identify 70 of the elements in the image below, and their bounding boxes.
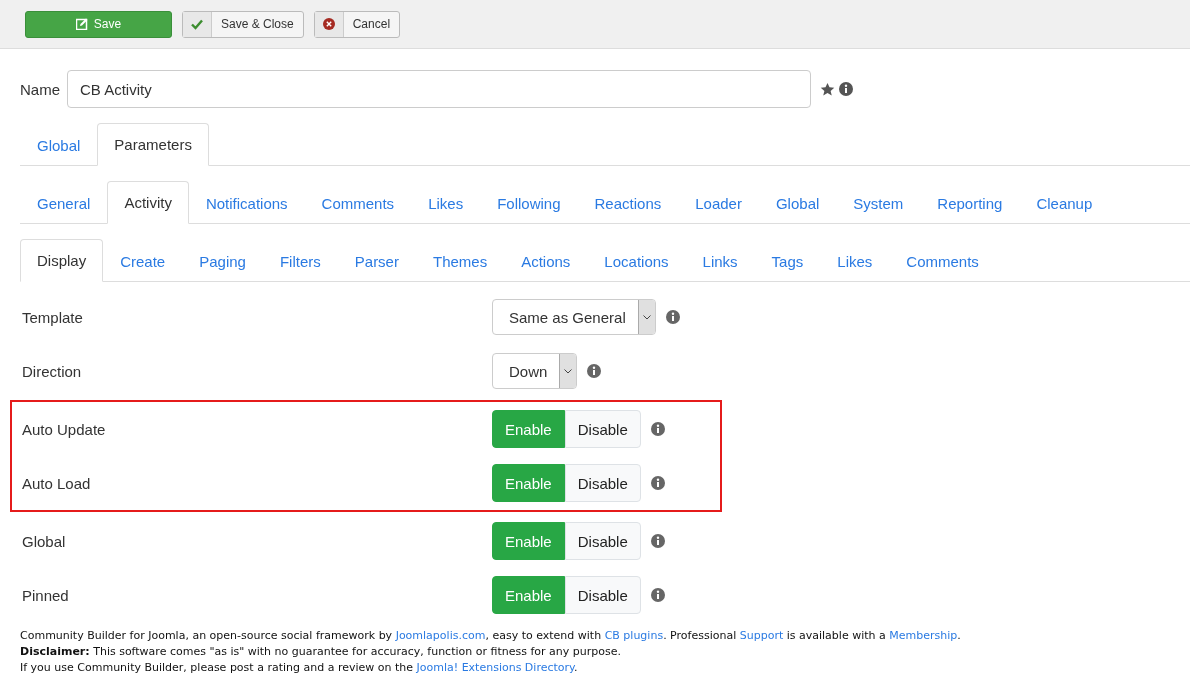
tab[interactable]: System	[836, 182, 921, 224]
caret-icon	[642, 314, 651, 320]
tab[interactable]: Comments	[889, 240, 996, 282]
name-input-field[interactable]: CB Activity	[67, 70, 811, 108]
field-label: Auto Load	[22, 474, 92, 492]
tab[interactable]: Parameters	[97, 123, 209, 166]
tab[interactable]: Locations	[587, 240, 686, 282]
save-button[interactable]: Save	[25, 10, 172, 38]
tab[interactable]: Reactions	[577, 182, 679, 224]
tab[interactable]: Parser	[337, 240, 416, 282]
tab[interactable]: Filters	[262, 240, 338, 282]
link[interactable]: Joomla! Extensions Directory	[416, 661, 574, 674]
toggle-option[interactable]: Disable	[564, 464, 641, 502]
info-icon[interactable]	[650, 534, 665, 548]
field-label: Pinned	[22, 586, 70, 604]
info-icon[interactable]	[650, 476, 665, 490]
tab[interactable]: Loader	[678, 182, 759, 224]
tab[interactable]: Comments	[304, 182, 412, 224]
tab[interactable]: Global	[758, 182, 837, 224]
tab[interactable]: Likes	[820, 240, 890, 282]
toggle-option[interactable]: Enable	[492, 464, 565, 502]
dropdown[interactable]: Down	[492, 353, 578, 389]
toggle-option[interactable]: Enable	[492, 522, 565, 560]
star-icon[interactable]	[820, 81, 835, 97]
tab[interactable]: Display	[20, 239, 104, 282]
dropdown[interactable]: Same as General	[492, 299, 656, 335]
edit-icon	[75, 18, 88, 30]
tab[interactable]: Likes	[411, 182, 481, 224]
tab[interactable]: General	[20, 182, 108, 224]
info-icon[interactable]	[650, 422, 665, 436]
toggle-option[interactable]: Enable	[492, 410, 565, 448]
tab[interactable]: Links	[685, 240, 755, 282]
footer-text: If you use Community Builder, please post a rating and a review on the	[20, 661, 414, 674]
save-close-button[interactable]: Save & Close	[182, 10, 304, 38]
toggle-option[interactable]: Disable	[564, 410, 641, 448]
info-icon[interactable]	[650, 588, 665, 602]
checkmark-icon	[191, 18, 203, 30]
tab[interactable]: Themes	[415, 240, 505, 282]
field-label: Auto Update	[22, 420, 107, 438]
toggle-option[interactable]: Disable	[564, 576, 641, 614]
tab[interactable]: Create	[103, 240, 183, 282]
caret-icon	[564, 368, 573, 374]
info-icon[interactable]	[665, 310, 680, 324]
tab[interactable]: Global	[20, 124, 98, 166]
footer-text: Community Builder for Joomla, an open-source social framework by	[20, 629, 394, 642]
close-icon	[322, 18, 335, 30]
tab[interactable]: Paging	[182, 240, 263, 282]
footer-text: is available with a	[785, 629, 887, 642]
tab[interactable]: Tags	[754, 240, 821, 282]
info-icon[interactable]	[587, 364, 602, 378]
footer-text: .	[957, 629, 961, 642]
cancel-button[interactable]: Cancel	[313, 10, 401, 38]
tab[interactable]: Notifications	[188, 182, 305, 224]
tab[interactable]: Cleanup	[1019, 182, 1110, 224]
tab[interactable]: Reporting	[920, 182, 1020, 224]
tab[interactable]: Activity	[107, 181, 189, 224]
field-label: Template	[22, 308, 84, 326]
footer-text: . Professional	[663, 629, 738, 642]
field-label: Direction	[22, 362, 83, 380]
name-label: Name	[20, 80, 61, 98]
footer-text: , easy to extend with	[485, 629, 603, 642]
footer-text: Disclaimer: This software comes "as is" with no guarantee for accuracy, function or fitness for any purpose.	[20, 645, 621, 658]
tab[interactable]: Actions	[504, 240, 588, 282]
info-icon[interactable]	[839, 82, 853, 96]
field-label: Global	[22, 532, 67, 550]
toggle-option[interactable]: Enable	[492, 576, 565, 614]
toggle-option[interactable]: Disable	[564, 522, 641, 560]
footer-text: .	[574, 661, 578, 674]
tab[interactable]: Following	[480, 182, 578, 224]
link[interactable]: Support	[739, 629, 784, 642]
